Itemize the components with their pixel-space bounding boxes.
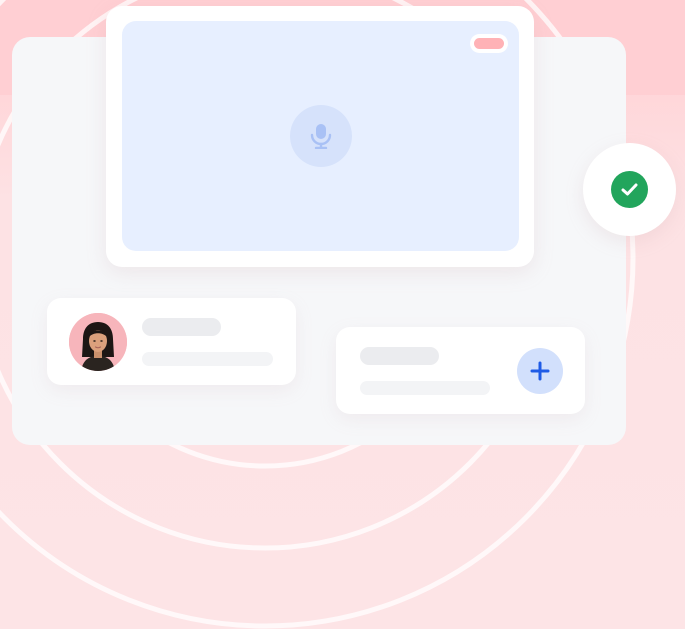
microphone-icon <box>310 124 332 149</box>
person-icon <box>69 313 127 371</box>
recording-indicator-fill <box>474 38 504 49</box>
add-card-detail-placeholder <box>360 381 490 395</box>
success-dot <box>611 171 648 208</box>
contact-detail-placeholder <box>142 352 273 366</box>
contact-name-placeholder <box>142 318 221 336</box>
plus-icon <box>530 361 550 381</box>
user-avatar <box>69 313 127 371</box>
mic-button[interactable] <box>290 105 352 167</box>
add-card-title-placeholder <box>360 347 439 365</box>
video-screen <box>122 21 519 251</box>
video-call-card <box>106 6 534 267</box>
recording-indicator <box>470 34 508 53</box>
add-participant-card <box>336 327 585 414</box>
add-participant-button[interactable] <box>517 348 563 394</box>
contact-card[interactable] <box>47 298 296 385</box>
checkmark-icon <box>621 183 638 196</box>
success-badge <box>583 143 676 236</box>
